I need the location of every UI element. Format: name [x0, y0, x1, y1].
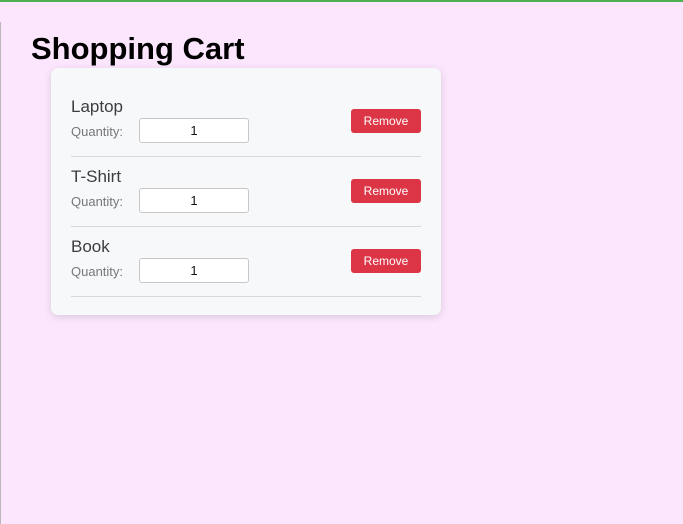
cart-item-t-shirt: T-Shirt Quantity: Remove [71, 157, 421, 227]
page-title: Shopping Cart [31, 31, 245, 66]
quantity-label: Quantity: [71, 264, 124, 279]
cart-item-name: Laptop [71, 97, 123, 116]
cart-list: Laptop Quantity: Remove T-Shirt Quantity… [71, 87, 421, 297]
cart-item-name: T-Shirt [71, 167, 122, 186]
remove-button[interactable]: Remove [351, 179, 421, 203]
quantity-input[interactable] [139, 188, 249, 213]
cart-item-name: Book [71, 237, 110, 256]
quantity-label: Quantity: [71, 194, 124, 209]
quantity-label: Quantity: [71, 124, 124, 139]
cart-card: Laptop Quantity: Remove T-Shirt Quantity… [51, 68, 441, 315]
remove-button[interactable]: Remove [351, 109, 421, 133]
top-border-line [0, 0, 683, 2]
quantity-input[interactable] [139, 118, 249, 143]
quantity-input[interactable] [139, 258, 249, 283]
left-border-line [0, 22, 1, 524]
cart-item-laptop: Laptop Quantity: Remove [71, 87, 421, 157]
cart-item-book: Book Quantity: Remove [71, 227, 421, 297]
remove-button[interactable]: Remove [351, 249, 421, 273]
